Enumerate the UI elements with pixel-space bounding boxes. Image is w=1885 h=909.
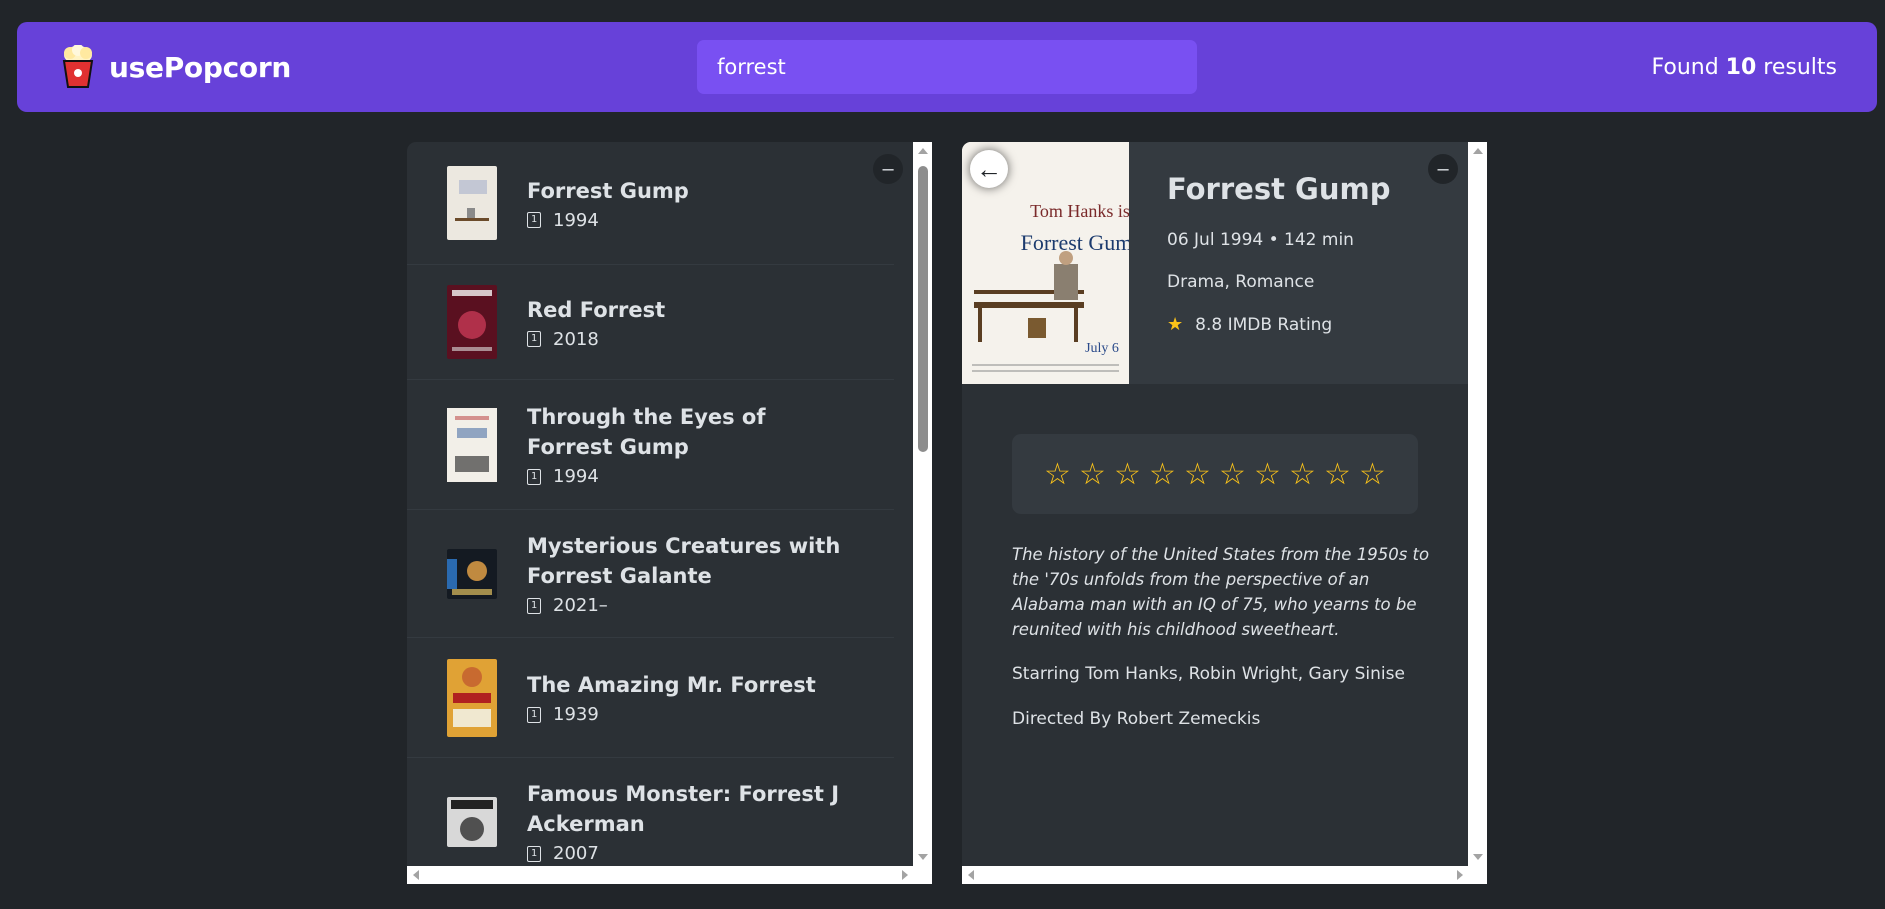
horizontal-scrollbar[interactable] xyxy=(962,866,1487,884)
app-name: usePopcorn xyxy=(109,50,291,84)
scroll-down-icon[interactable] xyxy=(918,854,928,860)
scroll-right-icon[interactable] xyxy=(902,870,908,880)
rating-star-icon[interactable]: ☆ xyxy=(1043,459,1072,489)
movie-year: 2007 xyxy=(553,843,599,864)
details-plot: The history of the United States from th… xyxy=(1012,545,1430,639)
vertical-scrollbar[interactable] xyxy=(913,142,932,866)
movie-title: Forrest Gump xyxy=(527,178,689,203)
results-count: Found 10 results xyxy=(1651,54,1837,80)
star-icon: ★ xyxy=(1167,314,1184,335)
scroll-up-icon[interactable] xyxy=(918,148,928,154)
movie-poster xyxy=(447,658,497,737)
scroll-left-icon[interactable] xyxy=(413,870,419,880)
movie-year: 2018 xyxy=(553,328,599,350)
details-title: Forrest Gump xyxy=(1167,172,1391,206)
scroll-left-icon[interactable] xyxy=(968,870,974,880)
back-button[interactable]: ← xyxy=(970,150,1008,188)
details-director: Directed By Robert Zemeckis xyxy=(1012,709,1261,729)
movie-item[interactable]: Red Forrest 1 2018 xyxy=(407,265,894,380)
calendar-icon: 1 xyxy=(527,331,541,347)
movie-year: 1994 xyxy=(553,466,599,487)
scroll-right-icon[interactable] xyxy=(1457,870,1463,880)
details-release-runtime: 06 Jul 1994 • 142 min xyxy=(1167,230,1354,250)
details-starring: Starring Tom Hanks, Robin Wright, Gary S… xyxy=(1012,664,1405,684)
calendar-icon: 1 xyxy=(527,597,541,614)
popcorn-icon xyxy=(62,45,94,88)
details-imdb-rating: ★ 8.8 IMDB Rating xyxy=(1167,314,1333,335)
movie-title: Famous Monster: Forrest J Ackerman xyxy=(527,782,840,836)
scroll-up-icon[interactable] xyxy=(1473,148,1483,154)
svg-text:Forrest Gump: Forrest Gump xyxy=(1021,230,1129,255)
movie-title: Through the Eyes of Forrest Gump xyxy=(527,405,766,459)
svg-text:Tom Hanks is: Tom Hanks is xyxy=(1030,201,1129,221)
scroll-down-icon[interactable] xyxy=(1473,854,1483,860)
movie-year: 1939 xyxy=(553,704,599,725)
movie-title: Mysterious Creatures with Forrest Galant… xyxy=(527,534,841,588)
movie-title: The Amazing Mr. Forrest xyxy=(527,673,816,697)
rating-star-icon[interactable]: ☆ xyxy=(1288,459,1317,489)
movie-poster xyxy=(447,407,497,482)
calendar-icon: 1 xyxy=(527,468,541,485)
movie-poster xyxy=(447,285,497,359)
movie-details-box: – Tom Hanks is Forrest Gump July 6 ← For… xyxy=(962,142,1487,884)
svg-text:July 6: July 6 xyxy=(1085,341,1119,356)
calendar-icon: 1 xyxy=(527,212,541,228)
movie-item[interactable]: The Amazing Mr. Forrest 1 1939 xyxy=(407,638,894,758)
nav-bar: usePopcorn Found 10 results xyxy=(17,22,1877,112)
movie-poster xyxy=(447,796,497,847)
logo: usePopcorn xyxy=(61,45,291,89)
horizontal-scrollbar[interactable] xyxy=(407,866,932,884)
results-number: 10 xyxy=(1725,54,1757,80)
movie-list: Forrest Gump 1 1994 Red Forrest 1 2018 T… xyxy=(407,142,894,884)
movie-item[interactable]: Forrest Gump 1 1994 xyxy=(407,142,894,265)
movie-item[interactable]: Mysterious Creatures with Forrest Galant… xyxy=(407,510,894,638)
collapse-details-button[interactable]: – xyxy=(1428,154,1458,184)
details-genre: Drama, Romance xyxy=(1167,272,1315,292)
rating-star-icon[interactable]: ☆ xyxy=(1183,459,1212,489)
details-header: Tom Hanks is Forrest Gump July 6 ← Forre… xyxy=(962,142,1468,384)
scrollbar-thumb[interactable] xyxy=(918,166,928,452)
rating-star-icon[interactable]: ☆ xyxy=(1148,459,1177,489)
rating-star-icon[interactable]: ☆ xyxy=(1218,459,1247,489)
rating-star-icon[interactable]: ☆ xyxy=(1113,459,1142,489)
movie-year: 2021– xyxy=(553,595,608,616)
movie-list-box: – Forrest Gump 1 1994 Red Forrest 1 2018… xyxy=(407,142,932,884)
user-rating: ☆ ☆ ☆ ☆ ☆ ☆ ☆ ☆ ☆ ☆ xyxy=(1012,434,1418,514)
collapse-list-button[interactable]: – xyxy=(873,154,903,184)
calendar-icon: 1 xyxy=(527,845,541,862)
rating-star-icon[interactable]: ☆ xyxy=(1253,459,1282,489)
rating-star-icon[interactable]: ☆ xyxy=(1323,459,1352,489)
movie-item[interactable]: Through the Eyes of Forrest Gump 1 1994 xyxy=(407,380,894,510)
vertical-scrollbar[interactable] xyxy=(1468,142,1487,866)
movie-poster xyxy=(447,548,497,599)
search-input[interactable] xyxy=(697,40,1197,94)
movie-year: 1994 xyxy=(553,209,599,231)
rating-star-icon[interactable]: ☆ xyxy=(1358,459,1387,489)
movie-title: Red Forrest xyxy=(527,297,666,322)
rating-star-icon[interactable]: ☆ xyxy=(1078,459,1107,489)
calendar-icon: 1 xyxy=(527,706,541,723)
movie-poster xyxy=(447,166,497,240)
